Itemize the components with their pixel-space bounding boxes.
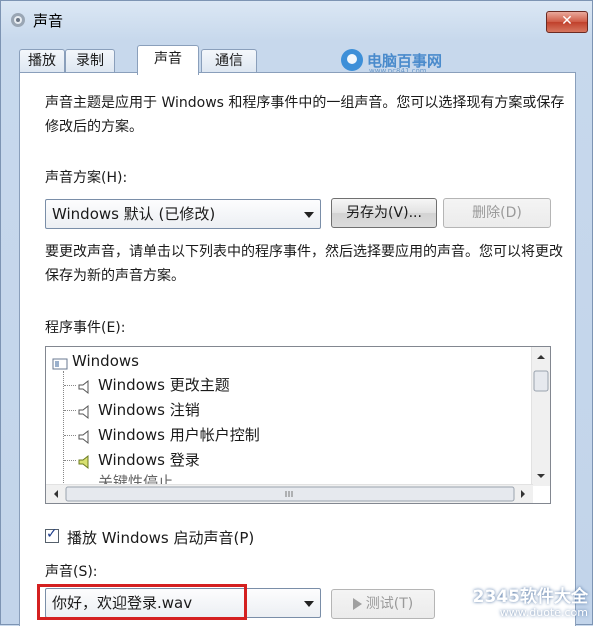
speaker-icon [78, 378, 92, 394]
list-item[interactable]: Windows 更改主题 [78, 373, 230, 397]
list-item-selected[interactable]: Windows 登录 [78, 448, 200, 472]
windows-folder-icon [52, 354, 68, 370]
close-button[interactable]: ✕ [546, 11, 588, 33]
speaker-icon [78, 403, 92, 419]
watermark-logo: 电脑百事网 www.pc841.com [341, 45, 442, 75]
scheme-label: 声音方案(H): [45, 170, 128, 186]
list-item[interactable]: Windows 用户帐户控制 [78, 423, 260, 447]
tab-communications[interactable]: 通信 [201, 49, 257, 73]
list-item[interactable]: Windows 注销 [78, 398, 200, 422]
sound-label: 声音(S): [45, 564, 98, 580]
change-hint: 要更改声音，请单击以下列表中的程序事件，然后选择要应用的声音。您可以将更改保存为… [45, 244, 563, 284]
title-bar: 声音 ✕ [1, 1, 593, 39]
horizontal-scrollbar[interactable] [46, 484, 533, 503]
highlight-box [37, 584, 247, 620]
scheme-selected-value: Windows 默认 (已修改) [52, 205, 216, 223]
watermark-small-text: www.duote.com [499, 606, 588, 619]
window-title: 声音 [33, 12, 64, 30]
sound-dialog: 声音 ✕ 电脑百事网 www.pc841.com 播放 录制 声音 通信 声音主… [0, 0, 593, 626]
watermark-big-text: 2345软件大全 [472, 587, 588, 607]
play-icon [352, 598, 362, 610]
delete-button[interactable]: 删除(D) [443, 198, 551, 228]
speaker-active-icon [78, 453, 92, 469]
theme-description: 声音主题是应用于 Windows 和程序事件中的一组声音。您可以选择现有方案或保… [45, 95, 565, 135]
watermark-logo-icon [341, 49, 363, 71]
speaker-settings-icon [9, 11, 27, 29]
chevron-down-icon [304, 212, 314, 218]
tab-playback[interactable]: 播放 [19, 49, 65, 73]
tab-recording[interactable]: 录制 [65, 49, 115, 73]
events-label: 程序事件(E): [45, 320, 126, 336]
tab-sounds[interactable]: 声音 [137, 45, 199, 75]
vertical-scrollbar[interactable] [531, 347, 550, 486]
startup-sound-checkbox[interactable] [45, 526, 59, 543]
startup-sound-label: 播放 Windows 启动声音(P) [67, 529, 255, 547]
chevron-down-icon [304, 601, 314, 607]
save-as-button[interactable]: 另存为(V)... [331, 198, 437, 228]
tree-root-windows[interactable]: Windows [52, 349, 139, 373]
speaker-icon [78, 428, 92, 444]
test-button[interactable]: 测试(T) [331, 589, 435, 619]
scheme-dropdown[interactable]: Windows 默认 (已修改) [45, 199, 321, 229]
watermark-bottom-right: 2345软件大全 www.duote.com [451, 576, 593, 626]
program-events-list[interactable]: Windows Windows 更改主题 Windows 注销 Windows … [45, 346, 551, 504]
